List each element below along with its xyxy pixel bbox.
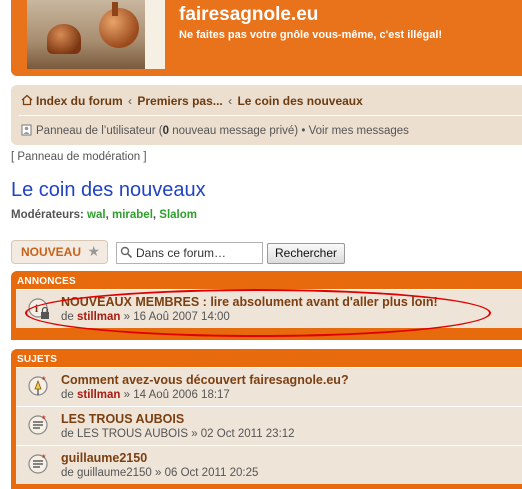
search-icon bbox=[120, 246, 133, 259]
announcement-title[interactable]: NOUVEAUX MEMBRES : lire absolument avant… bbox=[61, 295, 438, 309]
topics-header: SUJETS bbox=[17, 354, 58, 365]
post-date: » 16 Aoû 2007 14:00 bbox=[120, 311, 230, 323]
announcement-meta: de stillman » 16 Aoû 2007 14:00 bbox=[61, 311, 230, 323]
site-logo-image[interactable] bbox=[27, 0, 165, 69]
private-message-text[interactable]: nouveau message privé) bbox=[169, 125, 298, 137]
table-row[interactable]: * Comment avez-vous découvert fairesagno… bbox=[16, 367, 522, 406]
post-date: » 14 Aoû 2006 18:17 bbox=[120, 389, 230, 401]
user-icon bbox=[21, 124, 32, 136]
author-link[interactable]: stillman bbox=[77, 389, 120, 401]
new-topic-label: NOUVEAU bbox=[21, 245, 82, 259]
page-title[interactable]: Le coin des nouveaux bbox=[11, 179, 206, 202]
search-input[interactable]: Dans ce forum… bbox=[116, 242, 263, 264]
star-icon: ★ bbox=[87, 243, 100, 259]
breadcrumb: Index du forum ‹ Premiers pas... ‹ Le co… bbox=[21, 94, 363, 108]
navbar-divider bbox=[19, 115, 522, 116]
announcement-lock-icon: i bbox=[28, 298, 49, 319]
topic-meta: de LES TROUS AUBOIS » 02 Oct 2011 23:12 bbox=[61, 428, 295, 440]
list-item[interactable]: i NOUVEAUX MEMBRES : lire absolument ava… bbox=[16, 289, 522, 328]
announcements-header: ANNONCES bbox=[17, 276, 76, 287]
moderator-wal[interactable]: wal bbox=[87, 209, 106, 221]
moderator-slalom[interactable]: Slalom bbox=[159, 209, 197, 221]
topic-unread-icon: * bbox=[28, 453, 48, 474]
topic-unread-icon: * bbox=[28, 414, 48, 435]
moderator-mirabel[interactable]: mirabel bbox=[112, 209, 153, 221]
moderators-label: Modérateurs: bbox=[11, 209, 88, 221]
breadcrumb-index[interactable]: Index du forum bbox=[36, 94, 123, 108]
author-link[interactable]: guillaume2150 bbox=[77, 467, 152, 479]
meta-prefix: de bbox=[61, 311, 77, 323]
new-topic-button[interactable]: NOUVEAU ★ bbox=[11, 240, 108, 264]
site-header: fairesagnole.eu Ne faites pas votre gnôl… bbox=[11, 0, 522, 76]
topic-title[interactable]: Comment avez-vous découvert fairesagnole… bbox=[61, 373, 349, 387]
topic-meta: de stillman » 14 Aoû 2006 18:17 bbox=[61, 389, 230, 401]
navbar: Index du forum ‹ Premiers pas... ‹ Le co… bbox=[11, 85, 522, 145]
meta-prefix: de bbox=[61, 428, 77, 440]
svg-text:i: i bbox=[35, 303, 38, 315]
meta-prefix: de bbox=[61, 467, 77, 479]
table-row[interactable]: * guillaume2150 de guillaume2150 » 06 Oc… bbox=[16, 445, 522, 484]
view-messages-link[interactable]: Voir mes messages bbox=[309, 125, 409, 137]
userbar-dot: • bbox=[301, 125, 306, 137]
announcements-panel: ANNONCES i NOUVEAUX MEMBRES : lire absol… bbox=[11, 271, 522, 340]
site-title[interactable]: fairesagnole.eu bbox=[179, 4, 318, 26]
topic-title[interactable]: guillaume2150 bbox=[61, 451, 147, 465]
post-date: » 06 Oct 2011 20:25 bbox=[151, 467, 259, 479]
author-link[interactable]: stillman bbox=[77, 311, 120, 323]
table-row[interactable]: * LES TROUS AUBOIS de LES TROUS AUBOIS »… bbox=[16, 406, 522, 445]
breadcrumb-separator: ‹ bbox=[128, 94, 133, 108]
site-description: Ne faites pas votre gnôle vous-même, c'e… bbox=[179, 29, 443, 41]
sticky-topic-icon: * bbox=[28, 375, 48, 396]
breadcrumb-coin-nouveaux[interactable]: Le coin des nouveaux bbox=[237, 94, 362, 108]
topic-title[interactable]: LES TROUS AUBOIS bbox=[61, 412, 184, 426]
post-date: » 02 Oct 2011 23:12 bbox=[188, 428, 295, 440]
meta-prefix: de bbox=[61, 389, 77, 401]
svg-text:*: * bbox=[42, 453, 46, 463]
user-panel-link[interactable]: Panneau de l’utilisateur ( bbox=[36, 125, 163, 137]
user-bar: Panneau de l’utilisateur (0 nouveau mess… bbox=[21, 123, 409, 137]
svg-text:*: * bbox=[42, 414, 46, 424]
svg-text:*: * bbox=[42, 375, 46, 385]
search-button[interactable]: Rechercher bbox=[267, 243, 345, 264]
moderation-panel-link[interactable]: [ Panneau de modération ] bbox=[11, 151, 147, 163]
search-input-value: Dans ce forum… bbox=[136, 246, 227, 260]
moderators-line: Modérateurs: wal, mirabel, Slalom bbox=[11, 209, 198, 221]
home-icon bbox=[21, 94, 33, 106]
author-link[interactable]: LES TROUS AUBOIS bbox=[77, 428, 188, 440]
topics-panel: SUJETS * Comment avez-vous découvert fai… bbox=[11, 349, 522, 489]
breadcrumb-separator: ‹ bbox=[228, 94, 233, 108]
topic-meta: de guillaume2150 » 06 Oct 2011 20:25 bbox=[61, 467, 258, 479]
breadcrumb-premiers-pas[interactable]: Premiers pas... bbox=[137, 94, 222, 108]
